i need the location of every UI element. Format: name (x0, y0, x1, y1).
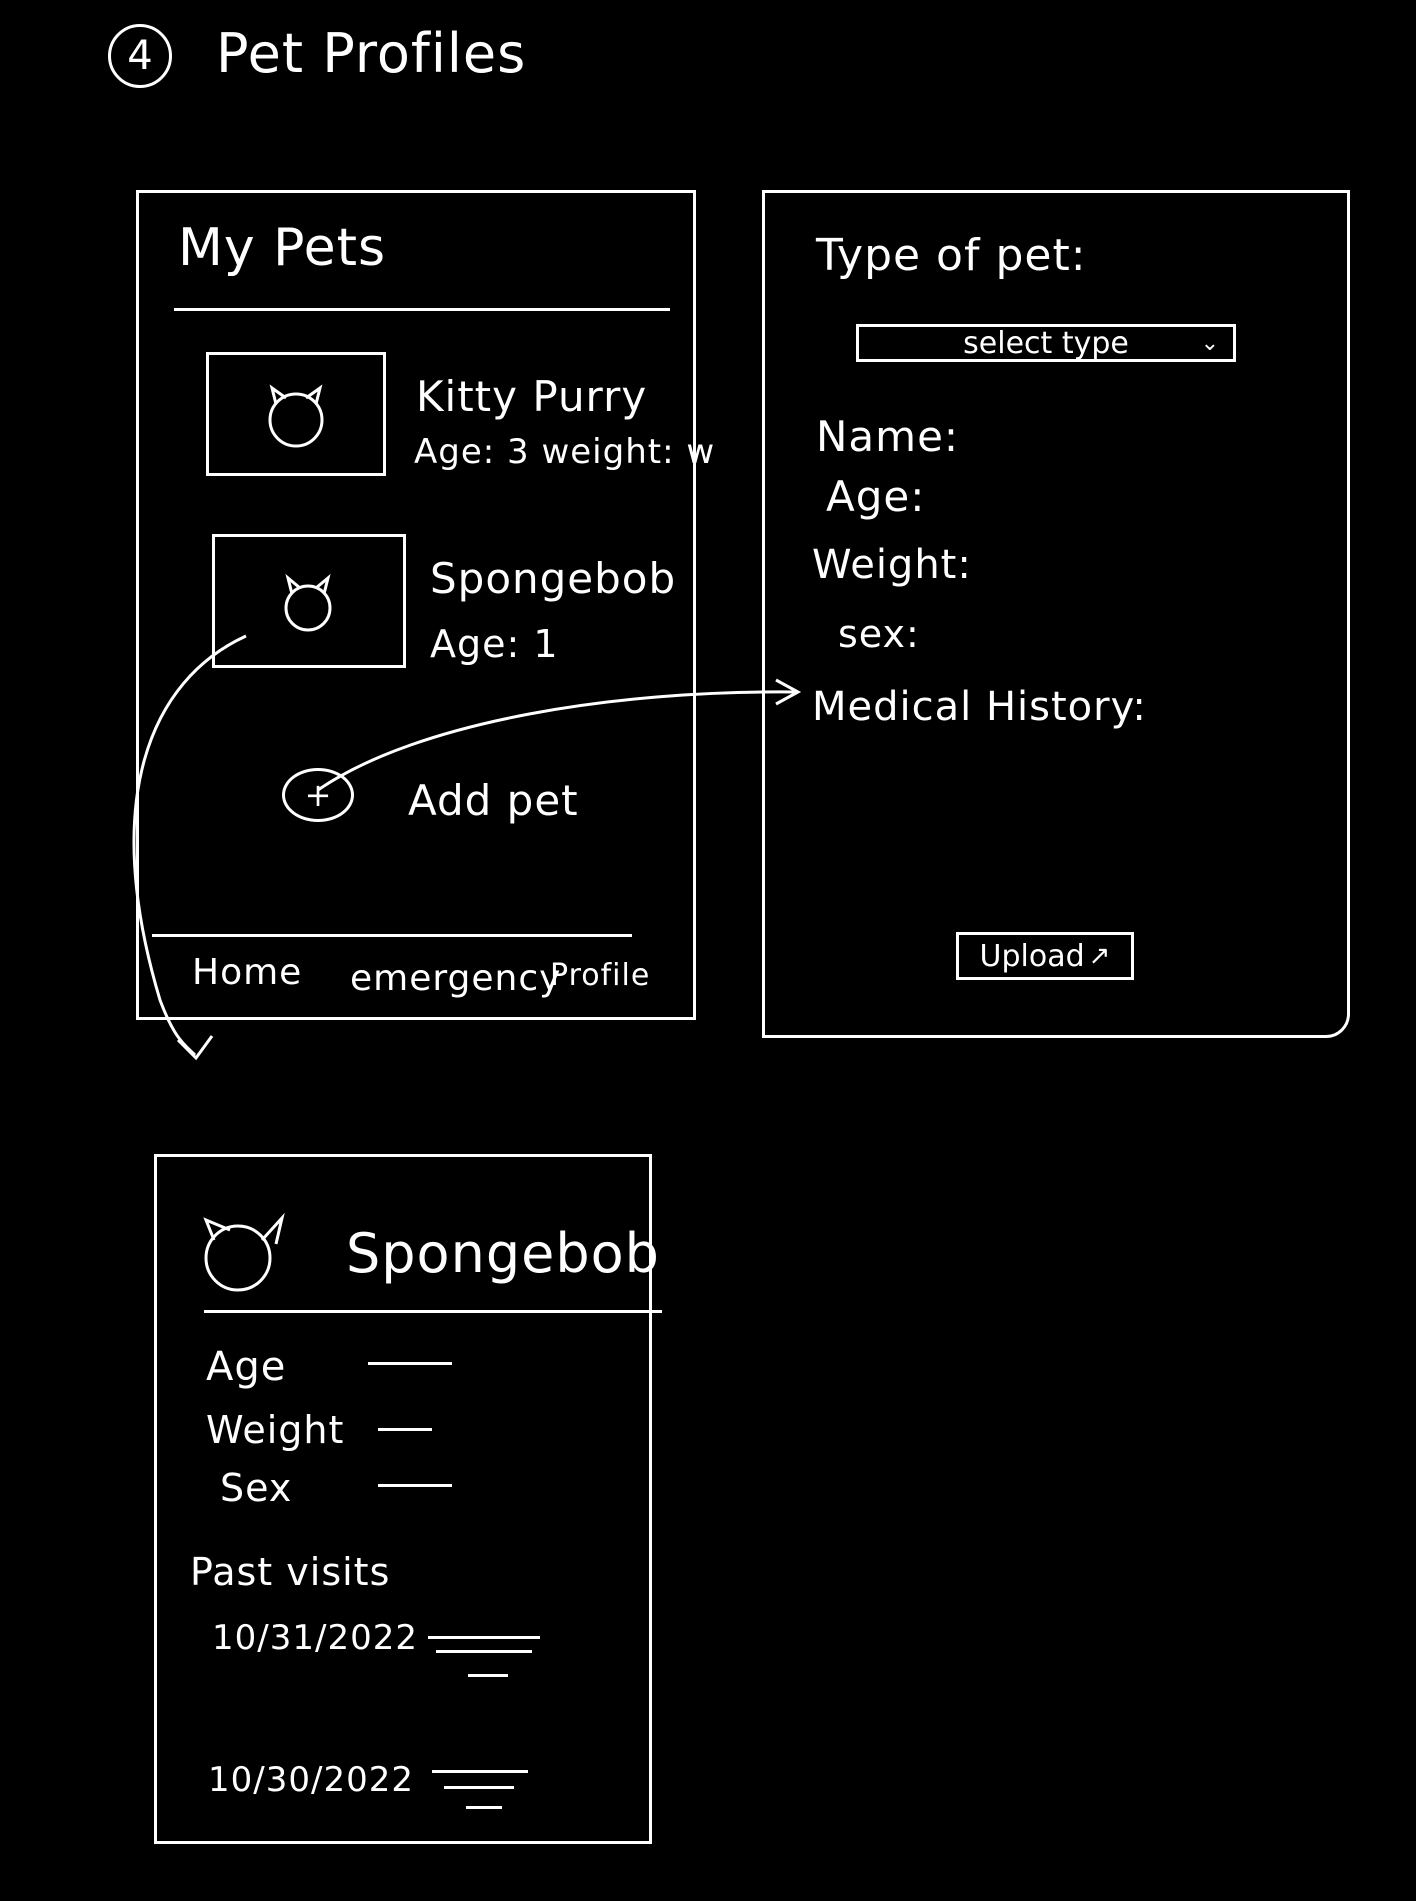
flow-arrows (132, 634, 802, 1061)
arrow-add-to-form (317, 690, 797, 792)
arrow-pet-to-detail (132, 634, 247, 1057)
